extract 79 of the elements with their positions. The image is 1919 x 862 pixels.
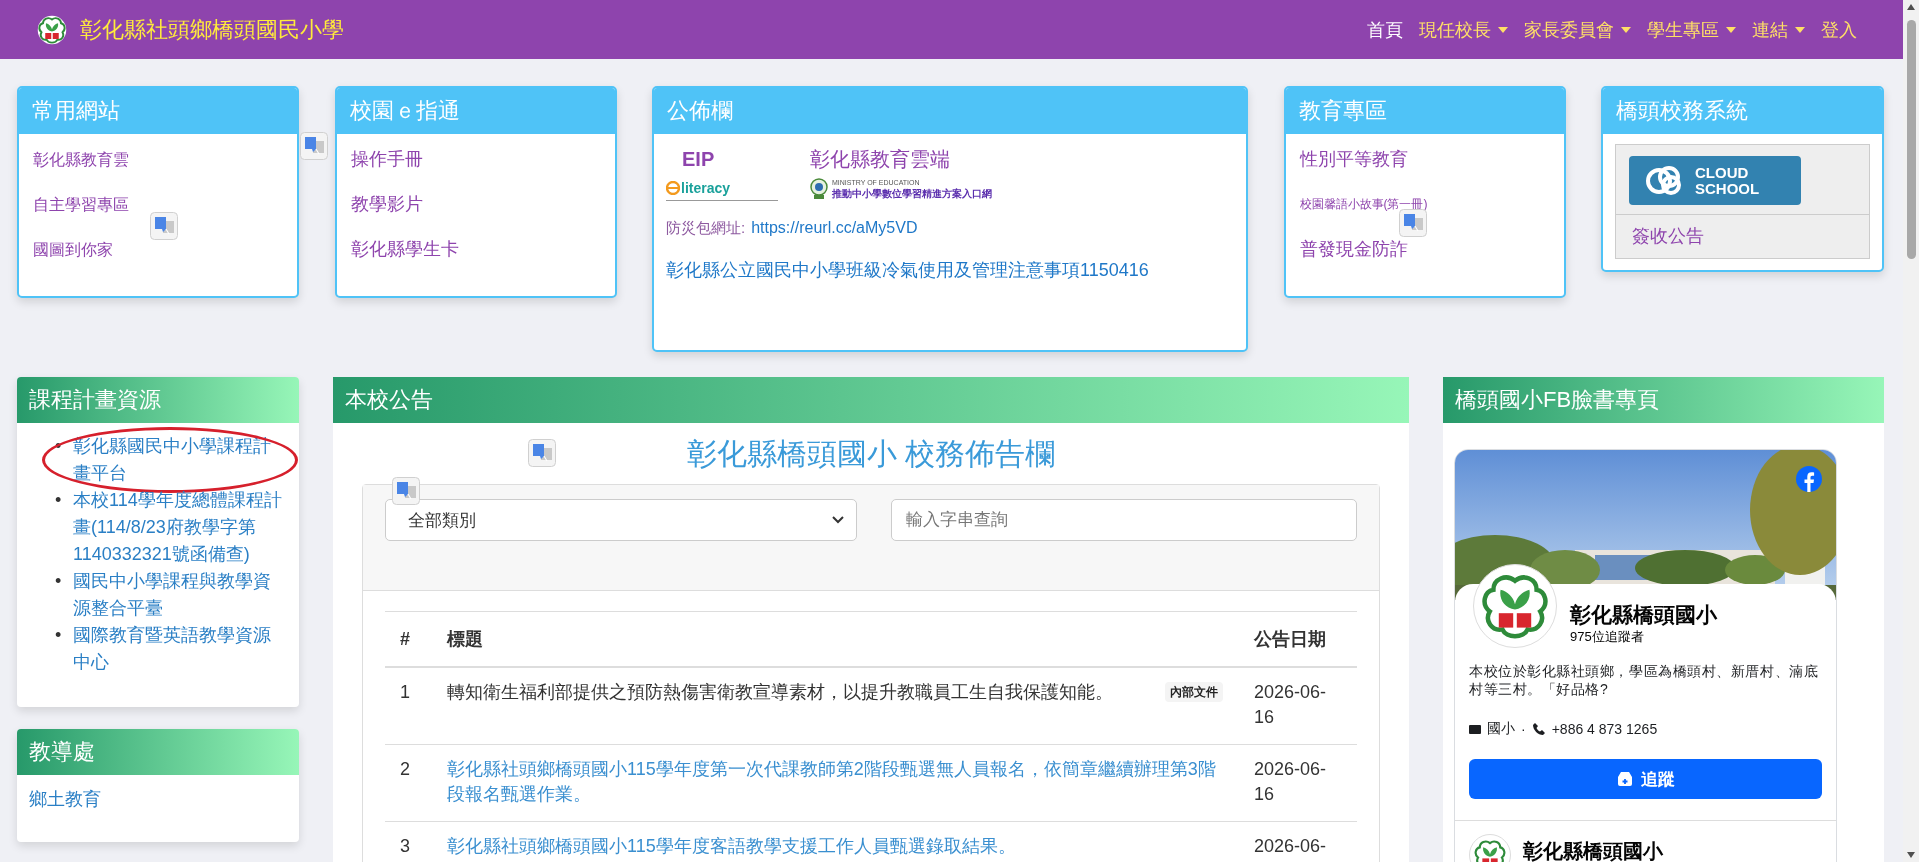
nav-link[interactable]: 家長委員會 [1524,13,1631,46]
card-link[interactable]: 簽收公告 [1616,215,1869,258]
briefcase-icon [1469,724,1481,734]
bullet: • [55,570,63,593]
emblem-icon [810,177,828,200]
bullet: • [55,624,63,647]
site-title: 彰化縣社頭鄉橋頭國民小學 [80,15,344,44]
url-link[interactable]: https://reurl.cc/aMy5VD [751,219,918,237]
card-link[interactable]: 彰化縣學生卡 [350,227,459,272]
column-header: 標題 [445,628,484,651]
page-description: 本校位於彰化縣社頭鄉，學區為橋頭村、新厝村、湳底村等三村。「好品格? [1469,662,1820,698]
board-title: 彰化縣橋頭國小 校務佈告欄 [686,436,1056,472]
card-link[interactable]: 自主學習專區 [33,182,129,227]
resource-link[interactable]: 國際教育暨英語教學資源中心 [73,622,286,676]
nav-link[interactable]: 學生專區 [1647,13,1736,46]
card-title: 公佈欄 [654,88,1246,134]
card-title: 橋頭國小FB臉書專頁 [1443,377,1884,423]
eip-logo[interactable]: EIP [682,142,715,176]
nav-link[interactable]: 連結 [1752,13,1805,46]
nav-link[interactable]: 首頁 [1367,13,1403,46]
row-number: 3 [399,835,411,858]
translate-icon[interactable] [150,212,178,240]
chevron-down-icon [832,516,844,524]
cloud-school-logo[interactable]: CLOUD SCHOOL [1629,156,1801,205]
bullet: • [55,489,63,512]
announcement-title: 轉知衛生福利部提供之預防熱傷害衛教宣導素材，以提升教職員工生自我保護知能。 [447,681,1114,704]
post-author[interactable]: 彰化縣橋頭國小 [1523,838,1663,862]
card-title: 教育專區 [1285,88,1564,134]
card-title: 本校公告 [333,377,1409,423]
card-link[interactable]: 性別平等教育 [1299,137,1408,182]
nav-link[interactable]: 登入 [1821,13,1857,46]
link-label: 防災包網址: [666,219,746,238]
nav-link[interactable]: 現任校長 [1419,13,1508,46]
card-link[interactable]: 彰化縣教育雲 [33,137,129,182]
follow-button[interactable]: 追蹤 [1469,759,1822,799]
card-link[interactable]: 操作手冊 [350,137,423,182]
announcement-link[interactable]: 彰化縣社頭鄉橋頭國小115學年度第一次代課教師第2階段甄選無人員報名，依簡章繼續辦理第3階段報名甄選作業。 [447,757,1223,807]
card-link[interactable]: 教學影片 [350,182,423,227]
card-title: 課程計畫資源 [17,377,299,423]
resource-link[interactable]: 彰化縣國民中小學課程計畫平台 [73,433,286,487]
card-title: 教導處 [17,729,299,775]
school-logo-icon [37,14,67,45]
literacy-logo[interactable]: literacy [681,180,731,196]
search-field[interactable]: 輸入字串查詢 [891,499,1357,541]
card-link[interactable]: 普發現金防詐 [1299,227,1408,272]
translate-icon[interactable] [392,477,420,505]
date-text: 2026-06-16 [1254,758,1328,806]
card-title: 橋頭校務系統 [1603,88,1882,134]
translate-icon[interactable] [1399,209,1427,237]
e-logo-icon [666,181,680,195]
page-name[interactable]: 彰化縣橋頭國小 [1570,601,1717,628]
row-number: 1 [399,681,411,704]
category-select[interactable]: 全部類別 [385,499,857,541]
row-number: 2 [399,758,411,781]
cloud-link[interactable]: 彰化縣教育雲端 [810,142,950,176]
translate-icon[interactable] [528,439,556,467]
tag-label: 內部文件 [1165,682,1223,702]
card-title: 常用網站 [19,88,297,134]
plus-icon [1616,771,1633,787]
announcement-link[interactable]: 彰化縣社頭鄉橋頭國小115學年度客語教學支援工作人員甄選錄取結果。 [447,834,1223,859]
phone-number: +886 4 873 1265 [1551,721,1658,737]
scrollbar-thumb[interactable] [1906,20,1916,259]
facebook-icon[interactable] [1796,466,1822,492]
page-category: 國小 [1487,720,1515,738]
resource-link[interactable]: 本校114學年度總體課程計畫(114/8/23府教學字第1140332321號函備查) [73,487,286,568]
card-title: 校園ｅ指通 [336,88,615,134]
notice-link[interactable]: 彰化縣公立國民中小學班級冷氣使用及管理注意事項1150416 [666,258,1149,282]
translate-icon[interactable] [300,132,328,160]
column-header: 公告日期 [1253,628,1327,651]
card-link[interactable]: 國圖到你家 [33,227,113,272]
follower-count: 975位追蹤者 [1570,628,1645,646]
resource-link[interactable]: 國民中小學課程與教學資源整合平臺 [73,568,286,622]
date-text: 2026-06-16 [1254,681,1328,729]
portal-link[interactable]: 推動中小學數位學習精進方案入口網 [832,186,992,200]
card-link[interactable]: 鄉土教育 [29,789,101,809]
separator-dot: · [1521,721,1526,737]
column-header: # [399,628,411,650]
date-text: 2026-06- [1254,835,1328,858]
phone-icon [1531,722,1546,736]
